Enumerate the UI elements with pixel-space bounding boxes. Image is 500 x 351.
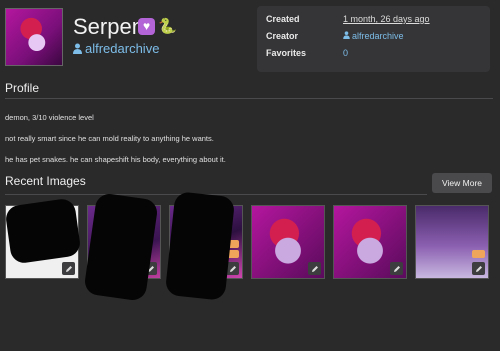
edit-icon[interactable]	[472, 262, 485, 275]
edit-icon[interactable]	[62, 262, 75, 275]
character-avatar[interactable]	[5, 8, 63, 66]
edit-icon[interactable]	[308, 262, 321, 275]
edit-icon[interactable]	[390, 262, 403, 275]
creator-name: alfredarchive	[85, 41, 160, 56]
profile-line: not really smart since he can mold reali…	[5, 134, 214, 143]
recent-images-title: Recent Images	[5, 174, 86, 188]
tag-badge	[472, 250, 485, 258]
favorites-label: Favorites	[266, 48, 307, 58]
profile-line: demon, 3/10 violence level	[5, 113, 94, 122]
profile-divider	[5, 98, 493, 99]
character-badges: ♥ 🐍	[138, 18, 177, 35]
creator-value-link[interactable]: alfredarchive	[343, 31, 404, 41]
view-more-button[interactable]: View More	[432, 173, 492, 193]
creator-link[interactable]: alfredarchive	[73, 41, 159, 56]
favorites-value[interactable]: 0	[343, 48, 348, 58]
image-thumbnail[interactable]	[415, 205, 489, 279]
image-thumbnail[interactable]	[251, 205, 325, 279]
person-icon	[343, 31, 350, 41]
profile-line: he has pet snakes. he can shapeshift his…	[5, 155, 226, 164]
scribble-overlay	[164, 191, 236, 301]
purple-heart-icon: ♥	[138, 18, 155, 35]
profile-title: Profile	[5, 81, 40, 95]
image-thumbnail[interactable]	[333, 205, 407, 279]
creator-value: alfredarchive	[352, 31, 404, 41]
person-icon	[73, 43, 82, 54]
created-value[interactable]: 1 month, 26 days ago	[343, 14, 430, 24]
info-panel: Created 1 month, 26 days ago Creator alf…	[257, 6, 490, 72]
snake-icon: 🐍	[158, 18, 177, 35]
created-label: Created	[266, 14, 300, 24]
scribble-overlay	[4, 197, 82, 265]
creator-label: Creator	[266, 31, 299, 41]
scribble-overlay	[83, 192, 159, 302]
